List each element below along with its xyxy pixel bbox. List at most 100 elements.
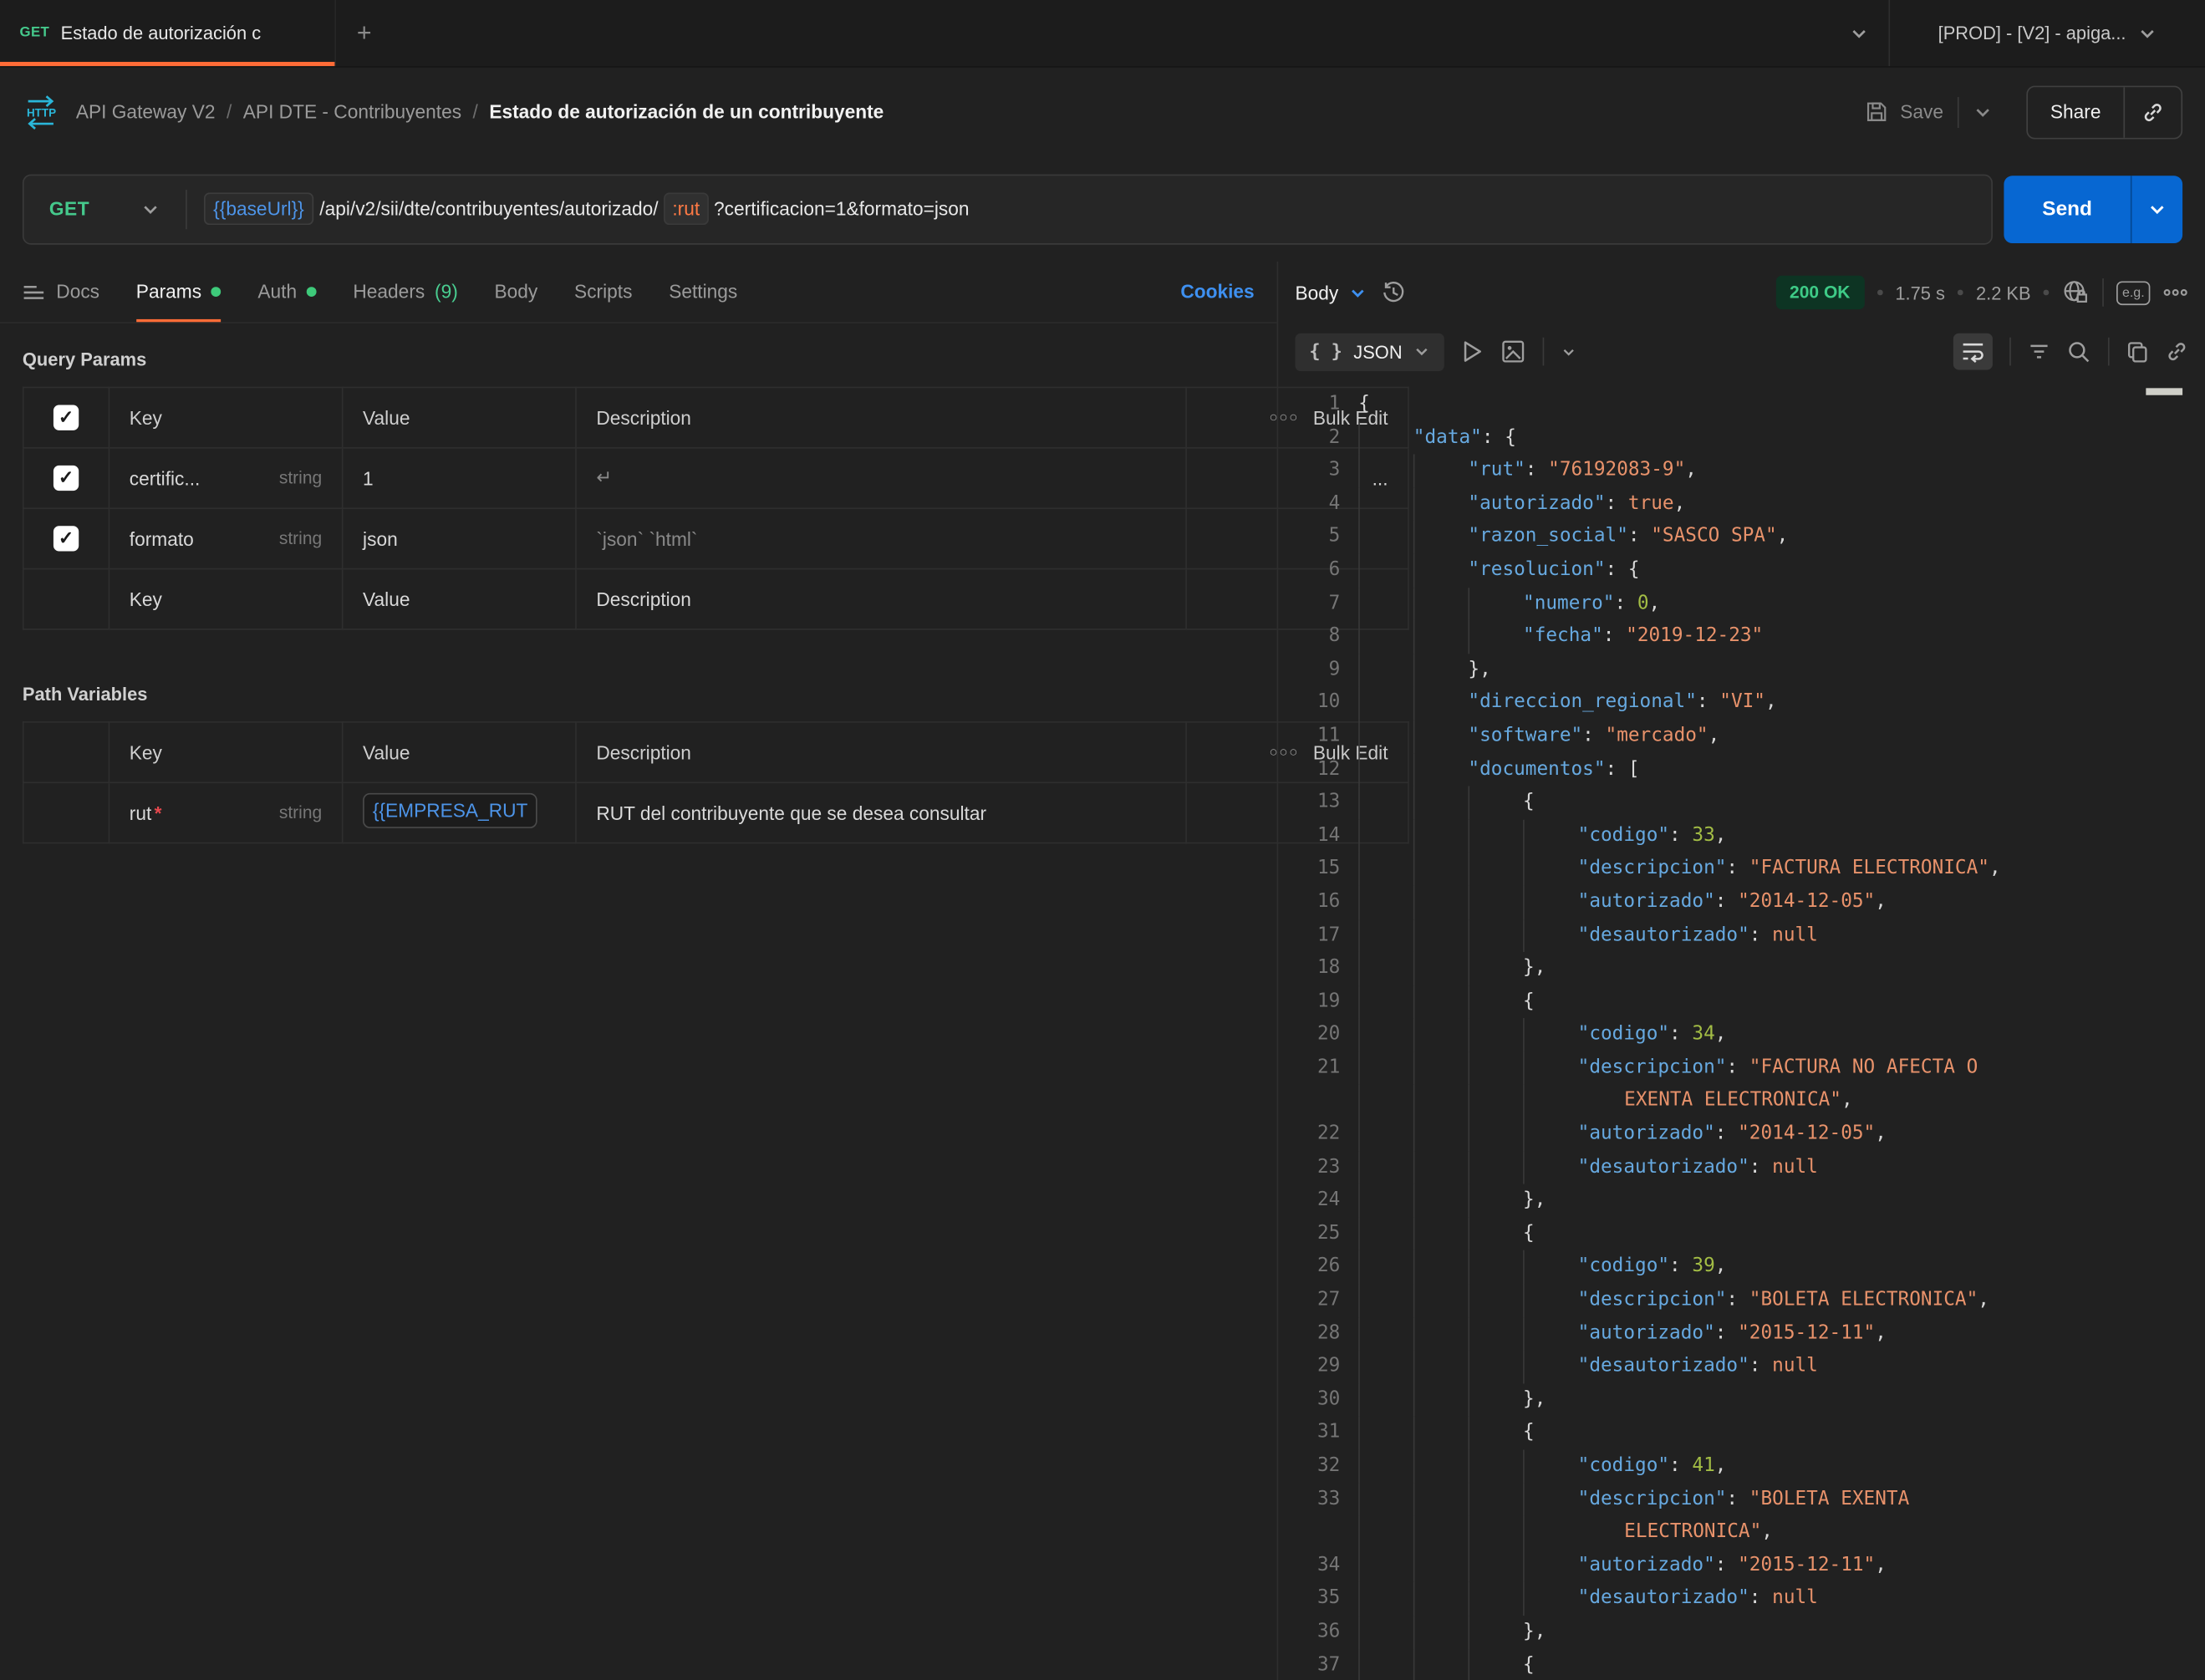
send-button[interactable]: Send — [2004, 175, 2182, 242]
code-line: 11"software": "mercado", — [1278, 720, 2205, 753]
tab-list-chevron-icon[interactable] — [1830, 0, 1889, 66]
save-options-chevron[interactable] — [1958, 96, 2007, 127]
share-button[interactable]: Share — [2026, 85, 2182, 139]
request-title: Estado de autorización de un contribuyen… — [489, 101, 884, 122]
code-line: 6"resolucion": { — [1278, 554, 2205, 588]
code-line: 15"descripcion": "FACTURA ELECTRONICA", — [1278, 853, 2205, 886]
header-actions: Save Share — [1851, 85, 2182, 139]
request-tab[interactable]: GET Estado de autorización c — [0, 0, 336, 66]
variable-key[interactable]: rut — [130, 802, 152, 823]
code-line: 18}, — [1278, 952, 2205, 985]
send-options-chevron[interactable] — [2131, 175, 2182, 242]
scrollbar-thumb[interactable] — [2146, 388, 2182, 395]
history-icon[interactable] — [1381, 280, 1406, 305]
required-star: * — [155, 802, 162, 823]
method-selector[interactable]: GET — [24, 198, 186, 219]
query-param-row: ✓certific...string1↵... — [23, 448, 1408, 508]
variable-value-input[interactable]: {{EMPRESA_RUT — [363, 793, 537, 828]
tab-auth-label: Auth — [257, 281, 297, 302]
row-checkbox[interactable]: ✓ — [53, 466, 79, 491]
code-line: 28"autorizado": "2015-12-11", — [1278, 1317, 2205, 1351]
base-url-variable[interactable]: {{baseUrl}} — [203, 192, 313, 225]
tab-docs[interactable]: Docs — [23, 281, 99, 302]
headers-count: (9) — [435, 281, 458, 302]
column-description: Description — [576, 722, 1186, 782]
environment-selector[interactable]: [PROD] - [V2] - apiga... — [1888, 0, 2205, 66]
tab-body[interactable]: Body — [495, 262, 538, 322]
value-placeholder[interactable]: Value — [343, 569, 576, 629]
code-line: 32"codigo": 41, — [1278, 1450, 2205, 1484]
params-active-dot — [211, 287, 222, 297]
path-variables-rows: rut* string {{EMPRESA_RUT RUT del contribuy… — [23, 782, 1408, 843]
code-line: 35"desautorizado": null — [1278, 1582, 2205, 1616]
share-label: Share — [2028, 86, 2123, 137]
tab-settings-label: Settings — [669, 281, 737, 302]
main-split: Docs Params Auth Headers (9) Body — [0, 262, 2205, 1680]
visualize-chevron-icon[interactable] — [1561, 344, 1577, 359]
variable-type: string — [279, 803, 322, 823]
code-line: 5"razon_social": "SASCO SPA", — [1278, 521, 2205, 554]
braces-icon: { } — [1309, 341, 1342, 362]
preview-play-icon[interactable] — [1461, 339, 1484, 364]
format-selector[interactable]: { } JSON — [1295, 333, 1444, 370]
status-badge[interactable]: 200 OK — [1775, 276, 1864, 309]
more-options-icon[interactable] — [2163, 288, 2188, 297]
description-placeholder[interactable]: Description — [576, 569, 1186, 629]
response-body-viewer[interactable]: 1{2"data": {3"rut": "76192083-9",4"autor… — [1278, 379, 2205, 1680]
breadcrumb-folder[interactable]: API DTE - Contribuyentes — [243, 101, 461, 122]
search-icon[interactable] — [2067, 339, 2091, 364]
auth-active-dot — [307, 287, 317, 297]
code-line: 25{ — [1278, 1218, 2205, 1251]
url-path: /api/v2/sii/dte/contribuyentes/autorizad… — [319, 198, 658, 219]
key-placeholder[interactable]: Key — [109, 569, 342, 629]
visualize-image-icon[interactable] — [1500, 339, 1525, 364]
url-input-container: GET {{baseUrl}} /api/v2/sii/dte/contribu… — [23, 174, 1993, 244]
tab-docs-label: Docs — [56, 281, 99, 302]
param-description[interactable]: ↵ — [576, 448, 1186, 508]
tab-params[interactable]: Params — [136, 262, 222, 322]
filter-icon[interactable] — [2028, 342, 2050, 362]
link-icon[interactable] — [2166, 340, 2188, 363]
tab-auth[interactable]: Auth — [257, 262, 316, 322]
code-line: 1{ — [1278, 388, 2205, 421]
tab-settings[interactable]: Settings — [669, 262, 737, 322]
share-link-icon[interactable] — [2123, 86, 2181, 137]
chevron-down-icon — [1413, 344, 1430, 360]
param-value[interactable]: json — [343, 508, 576, 568]
code-line: 24}, — [1278, 1184, 2205, 1218]
param-value[interactable]: 1 — [343, 448, 576, 508]
column-value: Value — [343, 388, 576, 448]
response-body-selector[interactable]: Body — [1295, 282, 1366, 303]
variable-description[interactable]: RUT del contribuyente que se desea consu… — [576, 782, 1186, 843]
param-key[interactable]: certific... — [130, 467, 201, 488]
wrap-text-icon[interactable] — [1953, 333, 1993, 370]
row-checkbox[interactable]: ✓ — [53, 526, 79, 551]
tab-headers[interactable]: Headers (9) — [353, 262, 457, 322]
select-all-checkbox[interactable]: ✓ — [53, 405, 79, 430]
tab-headers-label: Headers — [353, 281, 425, 302]
save-icon — [1865, 99, 1889, 124]
globe-lock-icon[interactable] — [2062, 278, 2090, 307]
param-type: string — [279, 529, 322, 549]
code-line: 26"codigo": 39, — [1278, 1250, 2205, 1284]
request-panel: Docs Params Auth Headers (9) Body — [0, 262, 1277, 1680]
tab-params-label: Params — [136, 281, 201, 302]
response-toolbar: { } JSON — [1278, 323, 2205, 379]
save-label: Save — [1900, 101, 1943, 122]
param-description[interactable]: `json` `html` — [576, 508, 1186, 568]
example-button[interactable]: e.g. — [2116, 281, 2150, 305]
tab-scripts[interactable]: Scripts — [574, 262, 632, 322]
cookies-link[interactable]: Cookies — [1180, 281, 1254, 302]
save-button[interactable]: Save — [1851, 99, 1957, 124]
tab-scripts-label: Scripts — [574, 281, 632, 302]
new-tab-button[interactable]: + — [336, 0, 392, 66]
copy-icon[interactable] — [2126, 339, 2149, 364]
divider — [1543, 338, 1545, 366]
code-line: 8"fecha": "2019-12-23" — [1278, 620, 2205, 654]
rut-path-variable[interactable]: :rut — [664, 192, 708, 225]
url-row: GET {{baseUrl}} /api/v2/sii/dte/contribu… — [0, 156, 2205, 262]
url-input[interactable]: {{baseUrl}} /api/v2/sii/dte/contribuyent… — [186, 192, 986, 225]
request-header-row: HTTP API Gateway V2 / API DTE - Contribu… — [0, 68, 2205, 156]
param-key[interactable]: formato — [130, 528, 194, 549]
breadcrumb-collection[interactable]: API Gateway V2 — [76, 101, 216, 122]
